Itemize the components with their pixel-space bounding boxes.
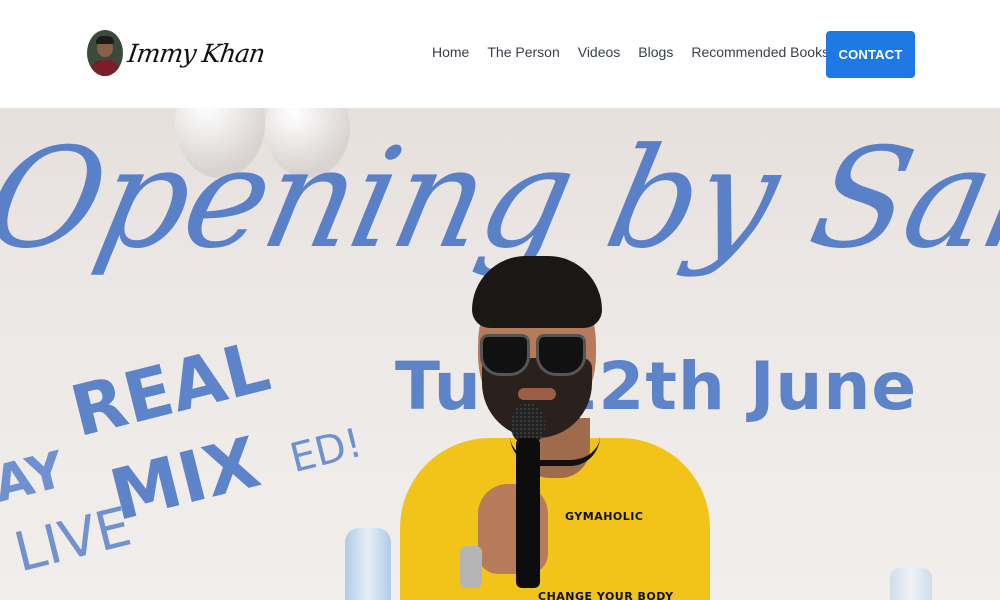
microphone-icon bbox=[511, 403, 545, 443]
nav-blogs[interactable]: Blogs bbox=[638, 44, 673, 60]
shirt-slogan-text: CHANGE YOUR BODY bbox=[538, 590, 674, 600]
sunglasses-icon bbox=[480, 334, 530, 376]
site-header: Immy Khan Home The Person Videos Blogs R… bbox=[0, 0, 1000, 108]
wristwatch bbox=[460, 546, 482, 588]
main-nav: Home The Person Videos Blogs Recommended… bbox=[432, 44, 829, 60]
hero-image: Opening by SahilK Tue 12th June AY REAL … bbox=[0, 108, 1000, 600]
site-logo[interactable]: Immy Khan bbox=[87, 30, 267, 76]
nav-home[interactable]: Home bbox=[432, 44, 469, 60]
nav-videos[interactable]: Videos bbox=[578, 44, 621, 60]
nav-the-person[interactable]: The Person bbox=[487, 44, 559, 60]
contact-button[interactable]: CONTACT bbox=[826, 31, 915, 78]
water-bottle bbox=[890, 568, 932, 600]
nav-recommended-books[interactable]: Recommended Books bbox=[691, 44, 829, 60]
banner-ed-text: ED! bbox=[285, 419, 367, 483]
banner-ay-text: AY bbox=[0, 440, 71, 514]
sunglasses-icon bbox=[536, 334, 586, 376]
avatar bbox=[87, 30, 123, 76]
water-bottle bbox=[345, 528, 391, 600]
logo-signature: Immy Khan bbox=[125, 38, 267, 68]
shirt-logo-text: GYMAHOLIC bbox=[565, 510, 644, 523]
banner-live-text: LIVE bbox=[8, 494, 137, 585]
speaker-photo: GYMAHOLIC CHANGE YOUR BODY bbox=[400, 248, 710, 600]
